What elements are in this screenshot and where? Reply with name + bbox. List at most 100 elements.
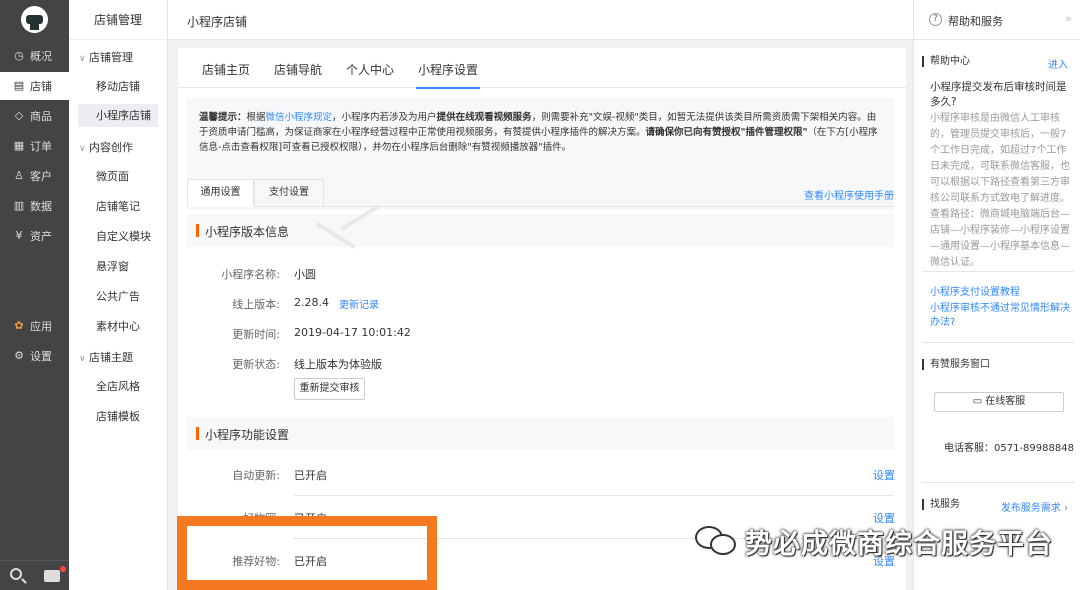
nav-group-content[interactable]: ∨ 内容创作 xyxy=(79,139,133,155)
notice-prefix: 温馨提示： xyxy=(199,112,247,123)
nav-bottom-bar xyxy=(0,560,69,590)
resubmit-review-button[interactable]: 重新提交审核 xyxy=(294,378,365,400)
nav-item-custom-module[interactable]: 自定义模块 xyxy=(78,225,158,248)
divider xyxy=(922,342,1074,343)
post-demand-link[interactable]: 发布服务需求 › xyxy=(1001,499,1068,514)
subtab-general[interactable]: 通用设置 xyxy=(187,179,254,207)
tab-mini-program-settings[interactable]: 小程序设置 xyxy=(415,61,481,89)
nav-label: 商品 xyxy=(30,110,52,123)
collapse-icon[interactable]: » xyxy=(1065,12,1072,25)
nav-item-overview[interactable]: ◷ 概况 xyxy=(0,42,69,70)
section-bar xyxy=(196,224,199,237)
nav-group-label: 内容创作 xyxy=(89,141,133,154)
nav-item-media-center[interactable]: 素材中心 xyxy=(78,315,158,338)
search-icon[interactable] xyxy=(10,568,22,580)
mini-program-name-label: 小程序名称: xyxy=(221,268,280,281)
nav-item-orders[interactable]: ▦ 订单 xyxy=(0,132,69,160)
chevron-down-icon: ∨ xyxy=(79,54,86,64)
chat-icon[interactable] xyxy=(44,570,60,582)
nav-item-public-ads[interactable]: 公共广告 xyxy=(78,285,158,308)
chat-icon: ▭ xyxy=(972,396,983,407)
nav-item-assets[interactable]: ¥ 资产 xyxy=(0,222,69,250)
nav-item-store-notes[interactable]: 店铺笔记 xyxy=(78,195,158,218)
tag-icon: ◇ xyxy=(14,109,24,122)
divider xyxy=(922,482,1074,483)
nav-item-customers[interactable]: ♙ 客户 xyxy=(0,162,69,190)
review-failed-link[interactable]: 小程序审核不通过常见情形解决办法? xyxy=(930,302,1074,330)
nav-group-store-management[interactable]: ∨ 店铺管理 xyxy=(79,49,133,65)
divider xyxy=(294,495,894,496)
highlight-annotation-box xyxy=(177,516,437,590)
secondary-nav-title: 店铺管理 xyxy=(69,0,167,40)
help-panel: ? 帮助和服务 » 帮助中心 进入 小程序提交发布后审核时间是多久? 小程序审核… xyxy=(913,0,1080,590)
online-version-value: 2.28.4 xyxy=(294,296,329,309)
nav-item-settings[interactable]: ⚙ 设置 xyxy=(0,342,69,370)
section-bar xyxy=(196,427,199,440)
nav-group-theme[interactable]: ∨ 店铺主题 xyxy=(79,349,133,365)
nav-item-mobile-store[interactable]: 移动店铺 xyxy=(78,75,158,98)
nav-label: 订单 xyxy=(30,140,52,153)
payment-tutorial-link[interactable]: 小程序支付设置教程 xyxy=(930,286,1074,300)
tab-store-home[interactable]: 店铺主页 xyxy=(202,61,250,78)
nav-item-floating-window[interactable]: 悬浮窗 xyxy=(78,255,158,278)
nav-item-mini-program-store[interactable]: 小程序店铺 xyxy=(78,104,158,127)
update-status-value: 线上版本为体验版 xyxy=(294,358,382,371)
auto-update-label: 自动更新: xyxy=(232,469,280,482)
decorative-watermark-shape xyxy=(318,222,384,262)
mini-program-name-value: 小圆 xyxy=(294,268,316,281)
update-time-value: 2019-04-17 10:01:42 xyxy=(294,326,411,339)
user-icon: ♙ xyxy=(14,169,24,182)
changelog-link[interactable]: 更新记录 xyxy=(339,296,379,311)
nav-item-store-style[interactable]: 全店风格 xyxy=(78,375,158,398)
auto-update-settings-link[interactable]: 设置 xyxy=(873,467,895,483)
notice-text: ，小程序内若涉及为用户 xyxy=(332,112,437,123)
nav-label: 资产 xyxy=(30,230,52,243)
update-status-label: 更新状态: xyxy=(232,358,280,371)
store-icon: ▤ xyxy=(13,79,25,92)
auto-update-value: 已开启 xyxy=(294,469,327,482)
update-time-label: 更新时间: xyxy=(232,328,280,341)
service-window-title: 有赞服务窗口 xyxy=(922,359,990,370)
divider xyxy=(922,271,1074,272)
chart-icon: ▥ xyxy=(13,199,25,212)
watermark-text: 势必成微商综合服务平台 xyxy=(745,528,1053,560)
online-service-button[interactable]: ▭ 在线客服 xyxy=(934,392,1064,412)
notice-text: 根据 xyxy=(246,112,266,123)
nav-label: 客户 xyxy=(30,170,52,183)
wechat-rule-link[interactable]: 微信小程序规定 xyxy=(266,112,333,123)
notice-bold: 提供在线观看视频服务 xyxy=(436,112,532,123)
nav-item-goods[interactable]: ◇ 商品 xyxy=(0,102,69,130)
online-version-label: 线上版本: xyxy=(232,298,280,311)
nav-item-apps[interactable]: ✿ 应用 xyxy=(0,312,69,340)
dashboard-icon: ◷ xyxy=(14,49,24,62)
nav-item-store[interactable]: ▤ 店铺 xyxy=(0,72,69,100)
subtab-payment[interactable]: 支付设置 xyxy=(254,179,324,207)
nav-label: 数据 xyxy=(30,200,52,213)
faq-question[interactable]: 小程序提交发布后审核时间是多久? xyxy=(930,80,1072,110)
wechat-icon xyxy=(697,526,737,556)
nav-group-label: 店铺主题 xyxy=(89,351,133,364)
gear-icon: ⚙ xyxy=(14,349,24,362)
yuan-icon: ¥ xyxy=(15,229,23,242)
settings-subtabs: 通用设置 支付设置 查看小程序使用手册 xyxy=(187,179,894,207)
tab-store-nav[interactable]: 店铺导航 xyxy=(274,61,322,78)
secondary-nav: 店铺管理 ∨ 店铺管理 移动店铺 小程序店铺 ∨ 内容创作 微页面 店铺笔记 自定义… xyxy=(69,0,168,590)
help-panel-title: 帮助和服务 xyxy=(948,15,1003,28)
online-service-label: 在线客服 xyxy=(985,396,1026,407)
shop-logo-avatar[interactable] xyxy=(21,6,48,33)
find-service-title: 找服务 xyxy=(922,499,960,510)
nav-item-micro-page[interactable]: 微页面 xyxy=(78,165,158,188)
nav-label: 店铺 xyxy=(30,80,52,93)
manual-link[interactable]: 查看小程序使用手册 xyxy=(804,187,894,202)
notification-dot xyxy=(60,566,66,572)
feature-section-header: 小程序功能设置 xyxy=(187,417,894,450)
help-center-enter-link[interactable]: 进入 xyxy=(1048,56,1068,71)
phone-service: 电话客服：0571-89988848 xyxy=(944,443,1074,454)
version-section-header: 小程序版本信息 xyxy=(187,214,894,247)
nav-item-store-template[interactable]: 店铺模板 xyxy=(78,405,158,428)
tab-personal-center[interactable]: 个人中心 xyxy=(346,61,394,78)
nav-item-data[interactable]: ▥ 数据 xyxy=(0,192,69,220)
nav-label: 应用 xyxy=(30,320,52,333)
help-panel-header: ? 帮助和服务 » xyxy=(914,0,1080,40)
apps-icon: ✿ xyxy=(14,319,24,332)
